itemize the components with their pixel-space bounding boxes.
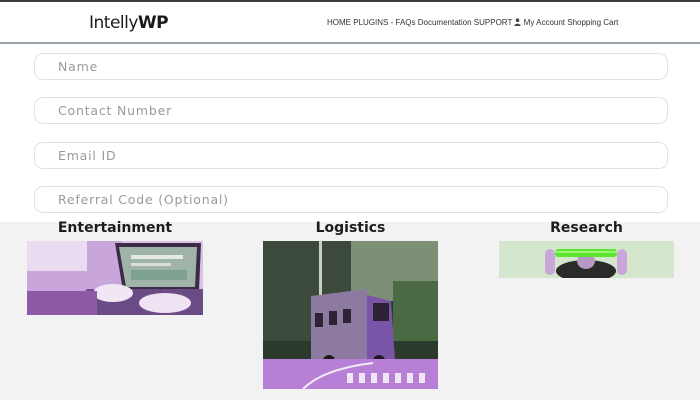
name-input[interactable] — [35, 54, 667, 79]
nav-home[interactable]: HOME — [327, 18, 351, 27]
nav-separator: - — [390, 18, 394, 27]
referral-code-input[interactable] — [35, 187, 667, 212]
entertainment-title: Entertainment — [57, 220, 173, 236]
nav-shopping-cart[interactable]: Shopping Cart — [567, 18, 618, 27]
email-field-wrapper — [34, 142, 668, 169]
user-icon — [514, 18, 522, 26]
research-title: Research — [550, 220, 623, 236]
nav-support[interactable]: SUPPORT — [474, 18, 512, 27]
site-header: IntellyWP HOME PLUGINS - FAQs Documentat… — [0, 0, 700, 44]
logistics-title: Logistics — [315, 220, 386, 236]
entertainment-image — [27, 241, 203, 315]
contact-number-input[interactable] — [35, 98, 667, 123]
main-nav: HOME PLUGINS - FAQs Documentation SUPPOR… — [327, 18, 618, 27]
logo-text: Intelly — [89, 13, 138, 33]
referral-field-wrapper — [34, 186, 668, 213]
industries-section: Entertainment Logistics Research — [0, 220, 700, 400]
nav-faqs[interactable]: FAQs — [396, 18, 416, 27]
logistics-image — [263, 241, 438, 389]
research-image — [499, 241, 674, 278]
nav-plugins[interactable]: PLUGINS — [353, 18, 388, 27]
nav-my-account[interactable]: My Account — [524, 18, 565, 27]
logo-bold-text: WP — [137, 13, 169, 33]
intellywp-logo[interactable]: IntellyWP — [89, 13, 169, 33]
nav-documentation[interactable]: Documentation — [418, 18, 472, 27]
contact-form — [0, 44, 700, 222]
email-input[interactable] — [35, 143, 667, 168]
name-field-wrapper — [34, 53, 668, 80]
contact-field-wrapper — [34, 97, 668, 124]
